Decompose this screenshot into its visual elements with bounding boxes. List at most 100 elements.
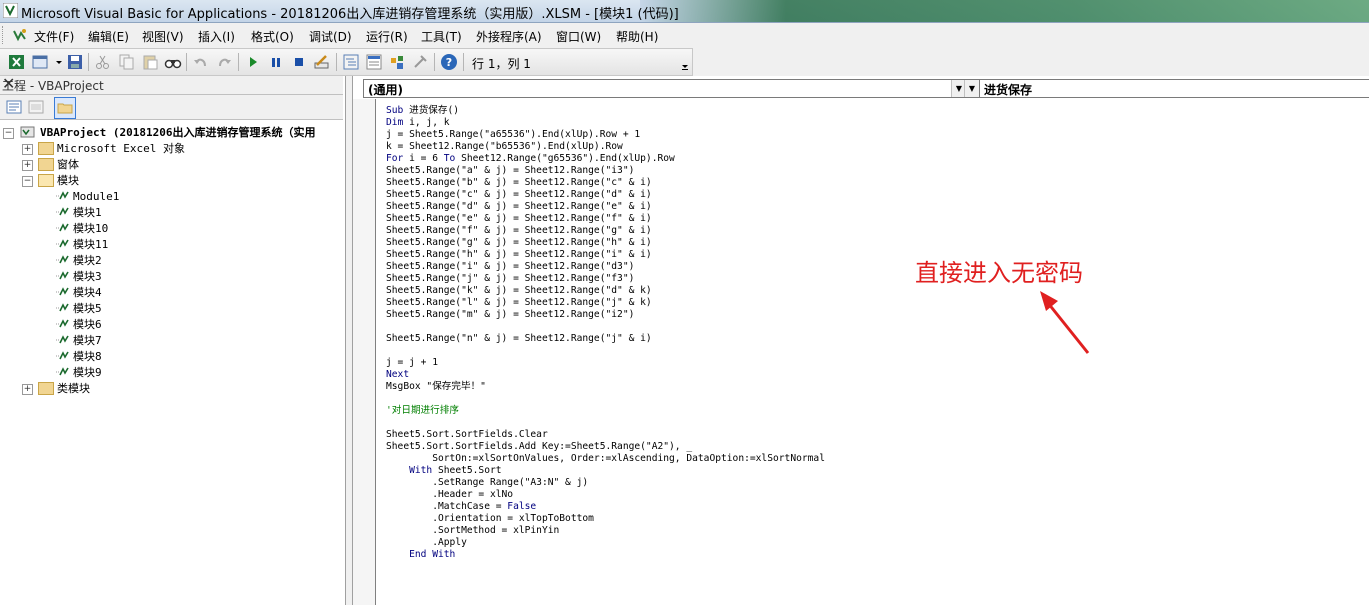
code-line: Sheet5.Range("i" & j) = Sheet12.Range("d…: [386, 261, 635, 272]
code-line: .MatchCase = False: [386, 501, 537, 512]
menu-edit[interactable]: 编辑(E): [88, 28, 129, 45]
object-combo[interactable]: (通用) ▼: [363, 79, 967, 98]
svg-text:?: ?: [446, 56, 452, 69]
module-icon: [56, 271, 69, 280]
project-explorer: 工程 - VBAProject ✕ − VBAProject (20181206…: [0, 74, 346, 605]
properties-window-icon[interactable]: [365, 53, 383, 71]
tree-module-item[interactable]: 模块10: [55, 221, 108, 237]
tree-module-item[interactable]: 模块5: [55, 301, 102, 317]
project-explorer-icon[interactable]: [342, 53, 360, 71]
menu-bar: 文件(F) 编辑(E) 视图(V) 插入(I) 格式(O) 调试(D) 运行(R…: [0, 23, 1369, 47]
undo-icon[interactable]: [192, 53, 210, 71]
code-line: Sheet5.Range("j" & j) = Sheet12.Range("f…: [386, 273, 635, 284]
code-line: Sheet5.Range("b" & j) = Sheet12.Range("c…: [386, 177, 652, 188]
code-line: Sheet5.Sort.SortFields.Add Key:=Sheet5.R…: [386, 441, 693, 452]
menu-tools[interactable]: 工具(T): [421, 28, 462, 45]
code-line: Sheet5.Range("a" & j) = Sheet12.Range("i…: [386, 165, 635, 176]
expand-icon[interactable]: +: [22, 160, 33, 171]
code-window: (通用) ▼ 进货保存 ▼ Sub 进货保存() Dim i, j, k j =…: [352, 76, 1369, 605]
code-line: Sheet5.Range("k" & j) = Sheet12.Range("d…: [386, 285, 652, 296]
code-line: Sheet5.Range("n" & j) = Sheet12.Range("j…: [386, 333, 652, 344]
insert-userform-icon[interactable]: [32, 53, 50, 71]
toggle-folders-icon[interactable]: [54, 97, 76, 119]
collapse-icon[interactable]: −: [3, 128, 14, 139]
toolbar-separator: [434, 53, 435, 71]
module-icon: [56, 303, 69, 312]
tree-module-item[interactable]: Module1: [55, 189, 119, 205]
tree-module-item[interactable]: 模块6: [55, 317, 102, 333]
view-code-icon[interactable]: [4, 97, 24, 117]
project-explorer-header: 工程 - VBAProject ✕: [0, 74, 343, 95]
expand-icon[interactable]: +: [22, 144, 33, 155]
module-icon: [56, 223, 69, 232]
title-bar-glass: [640, 0, 1369, 22]
view-object-icon[interactable]: [26, 97, 46, 117]
toolbar-options-icon[interactable]: [680, 51, 690, 73]
dropdown-arrow-icon[interactable]: [50, 53, 62, 71]
object-browser-icon[interactable]: [388, 53, 406, 71]
menu-debug[interactable]: 调试(D): [309, 28, 352, 45]
open-folder-icon: [38, 173, 54, 187]
cut-icon[interactable]: [94, 53, 112, 71]
save-icon[interactable]: [66, 53, 84, 71]
tree-excel-objects-label: Microsoft Excel 对象: [57, 142, 185, 155]
find-icon[interactable]: [164, 53, 182, 71]
menu-file[interactable]: 文件(F): [34, 28, 74, 45]
code-line: j = j + 1: [386, 357, 438, 368]
tree-module-item[interactable]: 模块3: [55, 269, 102, 285]
window-title: Microsoft Visual Basic for Applications …: [21, 7, 679, 22]
annotation-arrow-icon: [1040, 291, 1090, 354]
menu-addins[interactable]: 外接程序(A): [476, 28, 542, 45]
menu-insert[interactable]: 插入(I): [198, 28, 235, 45]
expand-icon[interactable]: +: [22, 384, 33, 395]
code-line: Sheet5.Range("f" & j) = Sheet12.Range("g…: [386, 225, 652, 236]
code-line: Sheet5.Range("l" & j) = Sheet12.Range("j…: [386, 297, 652, 308]
vba-app-icon: [2, 2, 19, 19]
design-mode-icon[interactable]: [313, 53, 331, 71]
margin-indicator-bar[interactable]: [353, 99, 376, 605]
tree-module-item[interactable]: 模块1: [55, 205, 102, 221]
module-icon: [56, 335, 69, 344]
code-line: Sub 进货保存(): [386, 105, 460, 116]
folder-icon: [38, 141, 54, 155]
project-tree: − VBAProject (20181206出入库进销存管理系统（实用 + Mi…: [0, 121, 343, 601]
chevron-down-icon[interactable]: ▼: [964, 80, 979, 97]
close-icon[interactable]: ✕: [2, 74, 339, 93]
redo-icon[interactable]: [215, 53, 233, 71]
menu-view[interactable]: 视图(V): [142, 28, 184, 45]
tree-module-item[interactable]: 模块7: [55, 333, 102, 349]
code-line: .Orientation = xlTopToBottom: [386, 513, 594, 524]
view-excel-icon[interactable]: [8, 53, 26, 71]
procedure-combo-arrow[interactable]: ▼: [964, 79, 980, 98]
tree-module-item[interactable]: 模块11: [55, 237, 108, 253]
tree-module-item[interactable]: 模块8: [55, 349, 102, 365]
menu-run[interactable]: 运行(R): [366, 28, 408, 45]
code-line: With Sheet5.Sort: [386, 465, 502, 476]
code-line: j = Sheet5.Range("a65536").End(xlUp).Row…: [386, 129, 641, 140]
menu-format[interactable]: 格式(O): [251, 28, 294, 45]
code-line: MsgBox "保存完毕！": [386, 381, 486, 392]
reset-icon[interactable]: [290, 53, 308, 71]
copy-icon[interactable]: [118, 53, 136, 71]
menu-help[interactable]: 帮助(H): [616, 28, 658, 45]
tree-module-item[interactable]: 模块9: [55, 365, 102, 381]
code-line: Next: [386, 369, 410, 380]
break-icon[interactable]: [267, 53, 285, 71]
toolbox-icon[interactable]: [411, 53, 429, 71]
run-icon[interactable]: [244, 53, 262, 71]
vba-menu-icon[interactable]: [12, 27, 28, 43]
menu-grip[interactable]: [2, 26, 6, 44]
paste-icon[interactable]: [141, 53, 159, 71]
collapse-icon[interactable]: −: [22, 176, 33, 187]
code-line: For i = 6 To Sheet12.Range("g65536").End…: [386, 153, 675, 164]
tree-root-label: VBAProject (20181206出入库进销存管理系统（实用: [40, 126, 316, 139]
tree-module-item[interactable]: 模块2: [55, 253, 102, 269]
code-editor[interactable]: Sub 进货保存() Dim i, j, k j = Sheet5.Range(…: [386, 105, 825, 561]
toolbar-separator: [238, 53, 239, 71]
folder-icon: [38, 381, 54, 395]
help-icon[interactable]: ?: [440, 53, 458, 71]
module-icon: [56, 239, 69, 248]
menu-window[interactable]: 窗口(W): [556, 28, 601, 45]
procedure-combo[interactable]: 进货保存: [979, 79, 1369, 98]
tree-module-item[interactable]: 模块4: [55, 285, 102, 301]
